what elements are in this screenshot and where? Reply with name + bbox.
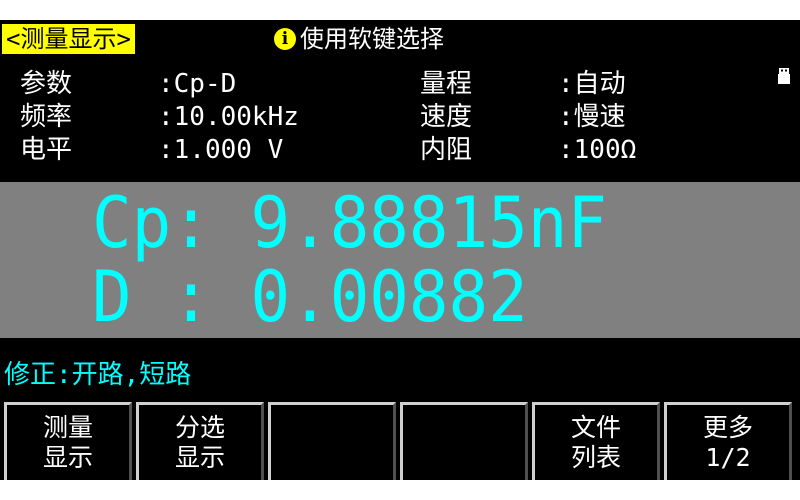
softkey-bin-display[interactable]: 分选 显示 bbox=[136, 402, 264, 480]
param-label: 速度 bbox=[420, 102, 473, 132]
param-row-range[interactable]: 量程 :自动 bbox=[420, 68, 636, 101]
softkey-file-list[interactable]: 文件 列表 bbox=[532, 402, 660, 480]
correction-status: 修正:开路,短路 bbox=[4, 360, 192, 390]
param-value: :10.00kHz bbox=[158, 102, 299, 132]
param-row-source-impedance[interactable]: 内阻 :100Ω bbox=[420, 134, 636, 167]
softkey-label: 更多 bbox=[702, 412, 753, 442]
hint-message: i 使用软键选择 bbox=[274, 24, 444, 54]
param-value: :自动 bbox=[558, 69, 626, 99]
softkey-label: 分选 bbox=[174, 412, 225, 442]
param-label: 量程 bbox=[420, 69, 473, 99]
page-title-tab[interactable]: <测量显示> bbox=[2, 24, 135, 54]
param-label: 电平 bbox=[20, 135, 73, 165]
secondary-measurement: D : 0.00882 bbox=[92, 256, 528, 338]
softkey-label: 测量 bbox=[42, 412, 93, 442]
softkey-label: 列表 bbox=[570, 442, 621, 472]
params-left: 参数 :Cp-D 频率 :10.00kHz 电平 :1.000 V bbox=[20, 68, 299, 167]
param-value: :100Ω bbox=[558, 135, 637, 165]
softkey-empty-3[interactable] bbox=[268, 402, 396, 480]
info-icon: i bbox=[274, 28, 296, 50]
softkey-empty-4[interactable] bbox=[400, 402, 528, 480]
param-label: 内阻 bbox=[420, 135, 473, 165]
softkey-label: 1/2 bbox=[705, 442, 751, 472]
measurement-panel: Cp: 9.88815nF D : 0.00882 bbox=[0, 182, 800, 338]
softkey-bar: 测量 显示 分选 显示 文件 列表 更多 1/2 bbox=[0, 402, 800, 480]
param-value: :1.000 V bbox=[158, 135, 284, 165]
hint-text: 使用软键选择 bbox=[300, 25, 444, 53]
param-label: 参数 bbox=[20, 69, 73, 99]
param-label: 频率 bbox=[20, 102, 73, 132]
lcr-meter-screen: <测量显示> i 使用软键选择 参数 :Cp-D 频率 :10.00kHz 电平… bbox=[0, 20, 800, 480]
usb-icon bbox=[778, 68, 790, 84]
softkey-label: 显示 bbox=[174, 442, 225, 472]
param-row-frequency[interactable]: 频率 :10.00kHz bbox=[20, 101, 299, 134]
softkey-label: 文件 bbox=[570, 412, 621, 442]
params-right: 量程 :自动 速度 :慢速 内阻 :100Ω bbox=[420, 68, 636, 167]
softkey-measure-display[interactable]: 测量 显示 bbox=[4, 402, 132, 480]
softkey-more[interactable]: 更多 1/2 bbox=[664, 402, 792, 480]
primary-measurement: Cp: 9.88815nF bbox=[92, 182, 608, 264]
param-value: :慢速 bbox=[558, 102, 626, 132]
param-row-speed[interactable]: 速度 :慢速 bbox=[420, 101, 636, 134]
param-value: :Cp-D bbox=[158, 69, 237, 99]
param-row-level[interactable]: 电平 :1.000 V bbox=[20, 134, 299, 167]
param-row-parameter[interactable]: 参数 :Cp-D bbox=[20, 68, 299, 101]
softkey-label: 显示 bbox=[42, 442, 93, 472]
